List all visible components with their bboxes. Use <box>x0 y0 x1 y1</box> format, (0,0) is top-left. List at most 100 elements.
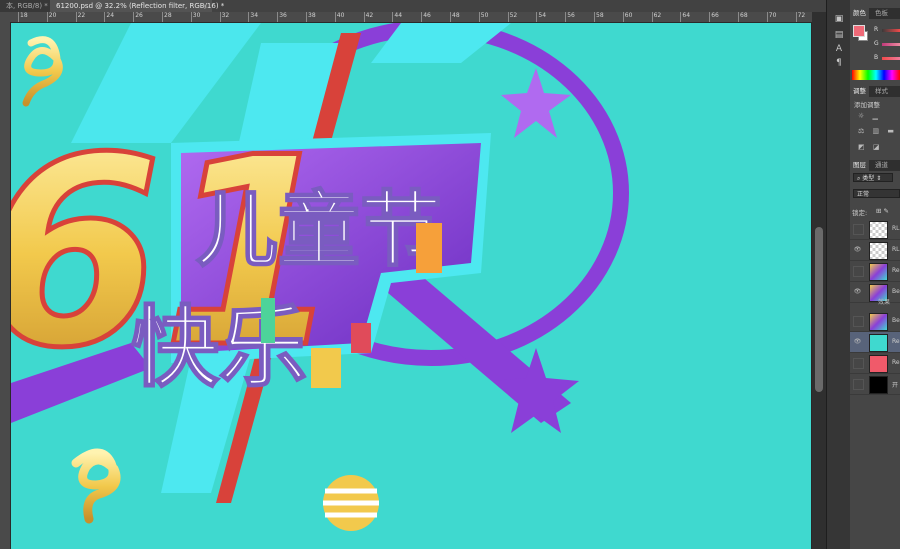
ruler-tick-label: 26 <box>133 12 143 22</box>
ruler-tick-label: 40 <box>334 12 344 22</box>
right-panels: 颜色 色板 R G B 调整 样式 添加调整 ☼ ▁ ⚖ ▥ ▬ ◩ ◪ 图层 … <box>850 0 900 549</box>
ruler-tick-label: 46 <box>421 12 431 22</box>
layer-name: Be <box>892 317 900 324</box>
effects-label: 效果 <box>878 299 891 306</box>
eye-icon[interactable]: 👁 <box>853 245 862 254</box>
adjustment-icons-row-2[interactable]: ⚖ ▥ ▬ <box>858 127 897 135</box>
ruler-tick-label: 64 <box>680 12 690 22</box>
lock-icons[interactable]: ⊞ ✎ <box>876 207 889 215</box>
ruler-tick-label: 30 <box>190 12 200 22</box>
horizontal-ruler[interactable]: 18 20 22 24 26 28 30 32 34 36 38 40 42 44 46 48 50 52 54 56… <box>10 12 812 23</box>
visibility-toggle[interactable] <box>853 316 864 327</box>
channel-label-r: R <box>874 26 879 33</box>
tab-channels[interactable]: 通道 <box>872 160 891 171</box>
layer-name: Re <box>892 338 900 345</box>
ruler-tick-label: 50 <box>478 12 488 22</box>
ruler-tick-label: 56 <box>565 12 575 22</box>
ruler-tick-label: 24 <box>104 12 114 22</box>
yellow-accent <box>311 348 341 388</box>
visibility-toggle[interactable] <box>853 224 864 235</box>
layer-thumbnail <box>869 242 888 260</box>
ruler-tick-label: 68 <box>738 12 748 22</box>
layer-row[interactable]: Be <box>850 311 900 332</box>
ruler-tick-label: 70 <box>766 12 776 22</box>
color-panel-tabs: 颜色 色板 <box>850 8 900 19</box>
layer-effects-row[interactable]: 效果 <box>850 297 900 307</box>
green-slider[interactable] <box>882 43 900 46</box>
layer-name: RL <box>892 246 900 253</box>
palette-icon[interactable]: ▣ <box>831 12 847 26</box>
paragraph-icon[interactable]: ¶ <box>831 56 847 70</box>
add-adjustment-label: 添加调整 <box>854 101 880 109</box>
orange-accent <box>416 223 442 273</box>
layer-row[interactable]: Re <box>850 261 900 282</box>
chevron-down-icon: ⇕ <box>876 175 882 182</box>
ruler-tick-label: 20 <box>46 12 56 22</box>
close-icon[interactable]: × <box>202 0 208 12</box>
layer-thumbnail <box>869 334 888 352</box>
layer-thumbnail <box>869 313 888 331</box>
ruler-tick-label: 66 <box>709 12 719 22</box>
ruler-tick-label: 44 <box>392 12 402 22</box>
green-accent <box>261 298 275 343</box>
gold-spiral <box>71 448 121 524</box>
info-icon[interactable]: ▤ <box>831 28 847 42</box>
search-icon: ⌕ <box>857 175 861 182</box>
document-tab-inactive[interactable]: 本, RGB/8) * <box>0 0 52 12</box>
document-tab-bar: 本, RGB/8) * 61200.psd @ 32.2% (Reflectio… <box>0 0 826 12</box>
tab-label: 本, RGB/8) * <box>6 2 48 10</box>
layer-row[interactable]: 开 <box>850 374 900 395</box>
layer-filter-select[interactable]: ⌕ 类型 ⇕ <box>853 173 893 182</box>
poster-title-line2: 快乐 <box>131 296 307 399</box>
color-spectrum[interactable] <box>852 70 900 80</box>
tab-swatches[interactable]: 色板 <box>872 8 891 19</box>
document-canvas[interactable]: 61 儿童节 快乐 <box>11 23 811 549</box>
poster-artwork: 61 儿童节 快乐 <box>11 23 629 531</box>
layer-row[interactable]: Re <box>850 353 900 374</box>
layer-name: Re <box>892 359 900 366</box>
ruler-corner[interactable] <box>0 12 10 22</box>
ruler-tick-label: 62 <box>651 12 661 22</box>
layer-thumbnail <box>869 376 888 394</box>
layer-name: Be <box>892 288 900 295</box>
tab-adjustments[interactable]: 调整 <box>850 86 869 97</box>
layer-thumbnail <box>869 263 888 281</box>
visibility-toggle[interactable] <box>853 379 864 390</box>
eye-icon[interactable]: 👁 <box>853 287 862 296</box>
ruler-tick-label: 58 <box>594 12 604 22</box>
channel-label-b: B <box>874 54 879 61</box>
blue-slider[interactable] <box>882 57 900 60</box>
ruler-tick-label: 18 <box>18 12 28 22</box>
foreground-color-swatch[interactable] <box>853 25 865 37</box>
ruler-tick-label: 42 <box>363 12 373 22</box>
document-tab-active[interactable]: 61200.psd @ 32.2% (Reflection filter, RG… <box>50 0 224 12</box>
adjustment-icons-row-3[interactable]: ◩ ◪ <box>858 143 882 151</box>
vertical-scrollbar[interactable] <box>812 12 826 549</box>
blend-mode-select[interactable]: 正常 <box>853 189 900 198</box>
layers-panel-tabs: 图层 通道 <box>850 160 900 171</box>
eye-icon[interactable]: 👁 <box>853 337 862 346</box>
panel-tool-strip: ▣ ▤ A ¶ <box>826 0 852 549</box>
channel-label-g: G <box>874 40 879 47</box>
layer-row[interactable]: 👁 Re <box>850 332 900 353</box>
ruler-tick-label: 34 <box>248 12 258 22</box>
ruler-tick-label: 48 <box>450 12 460 22</box>
gold-spiral <box>22 36 63 107</box>
layer-filter-value: 类型 <box>862 175 875 182</box>
visibility-toggle[interactable] <box>853 266 864 277</box>
layer-name: RL <box>892 225 900 232</box>
visibility-toggle[interactable] <box>853 358 864 369</box>
layer-row[interactable]: RL <box>850 219 900 240</box>
red-slider[interactable] <box>882 29 900 32</box>
tab-styles[interactable]: 样式 <box>872 86 891 97</box>
layer-row[interactable]: 👁 RL <box>850 240 900 261</box>
adjustment-icons-row-1[interactable]: ☼ ▁ <box>858 112 881 120</box>
ruler-tick-label: 60 <box>622 12 632 22</box>
ruler-tick-label: 22 <box>75 12 85 22</box>
tab-layers[interactable]: 图层 <box>850 160 869 171</box>
tab-color[interactable]: 颜色 <box>850 8 869 19</box>
layer-thumbnail <box>869 221 888 239</box>
scrollbar-thumb[interactable] <box>815 227 823 392</box>
vertical-ruler[interactable] <box>0 22 11 549</box>
character-icon[interactable]: A <box>831 42 847 56</box>
